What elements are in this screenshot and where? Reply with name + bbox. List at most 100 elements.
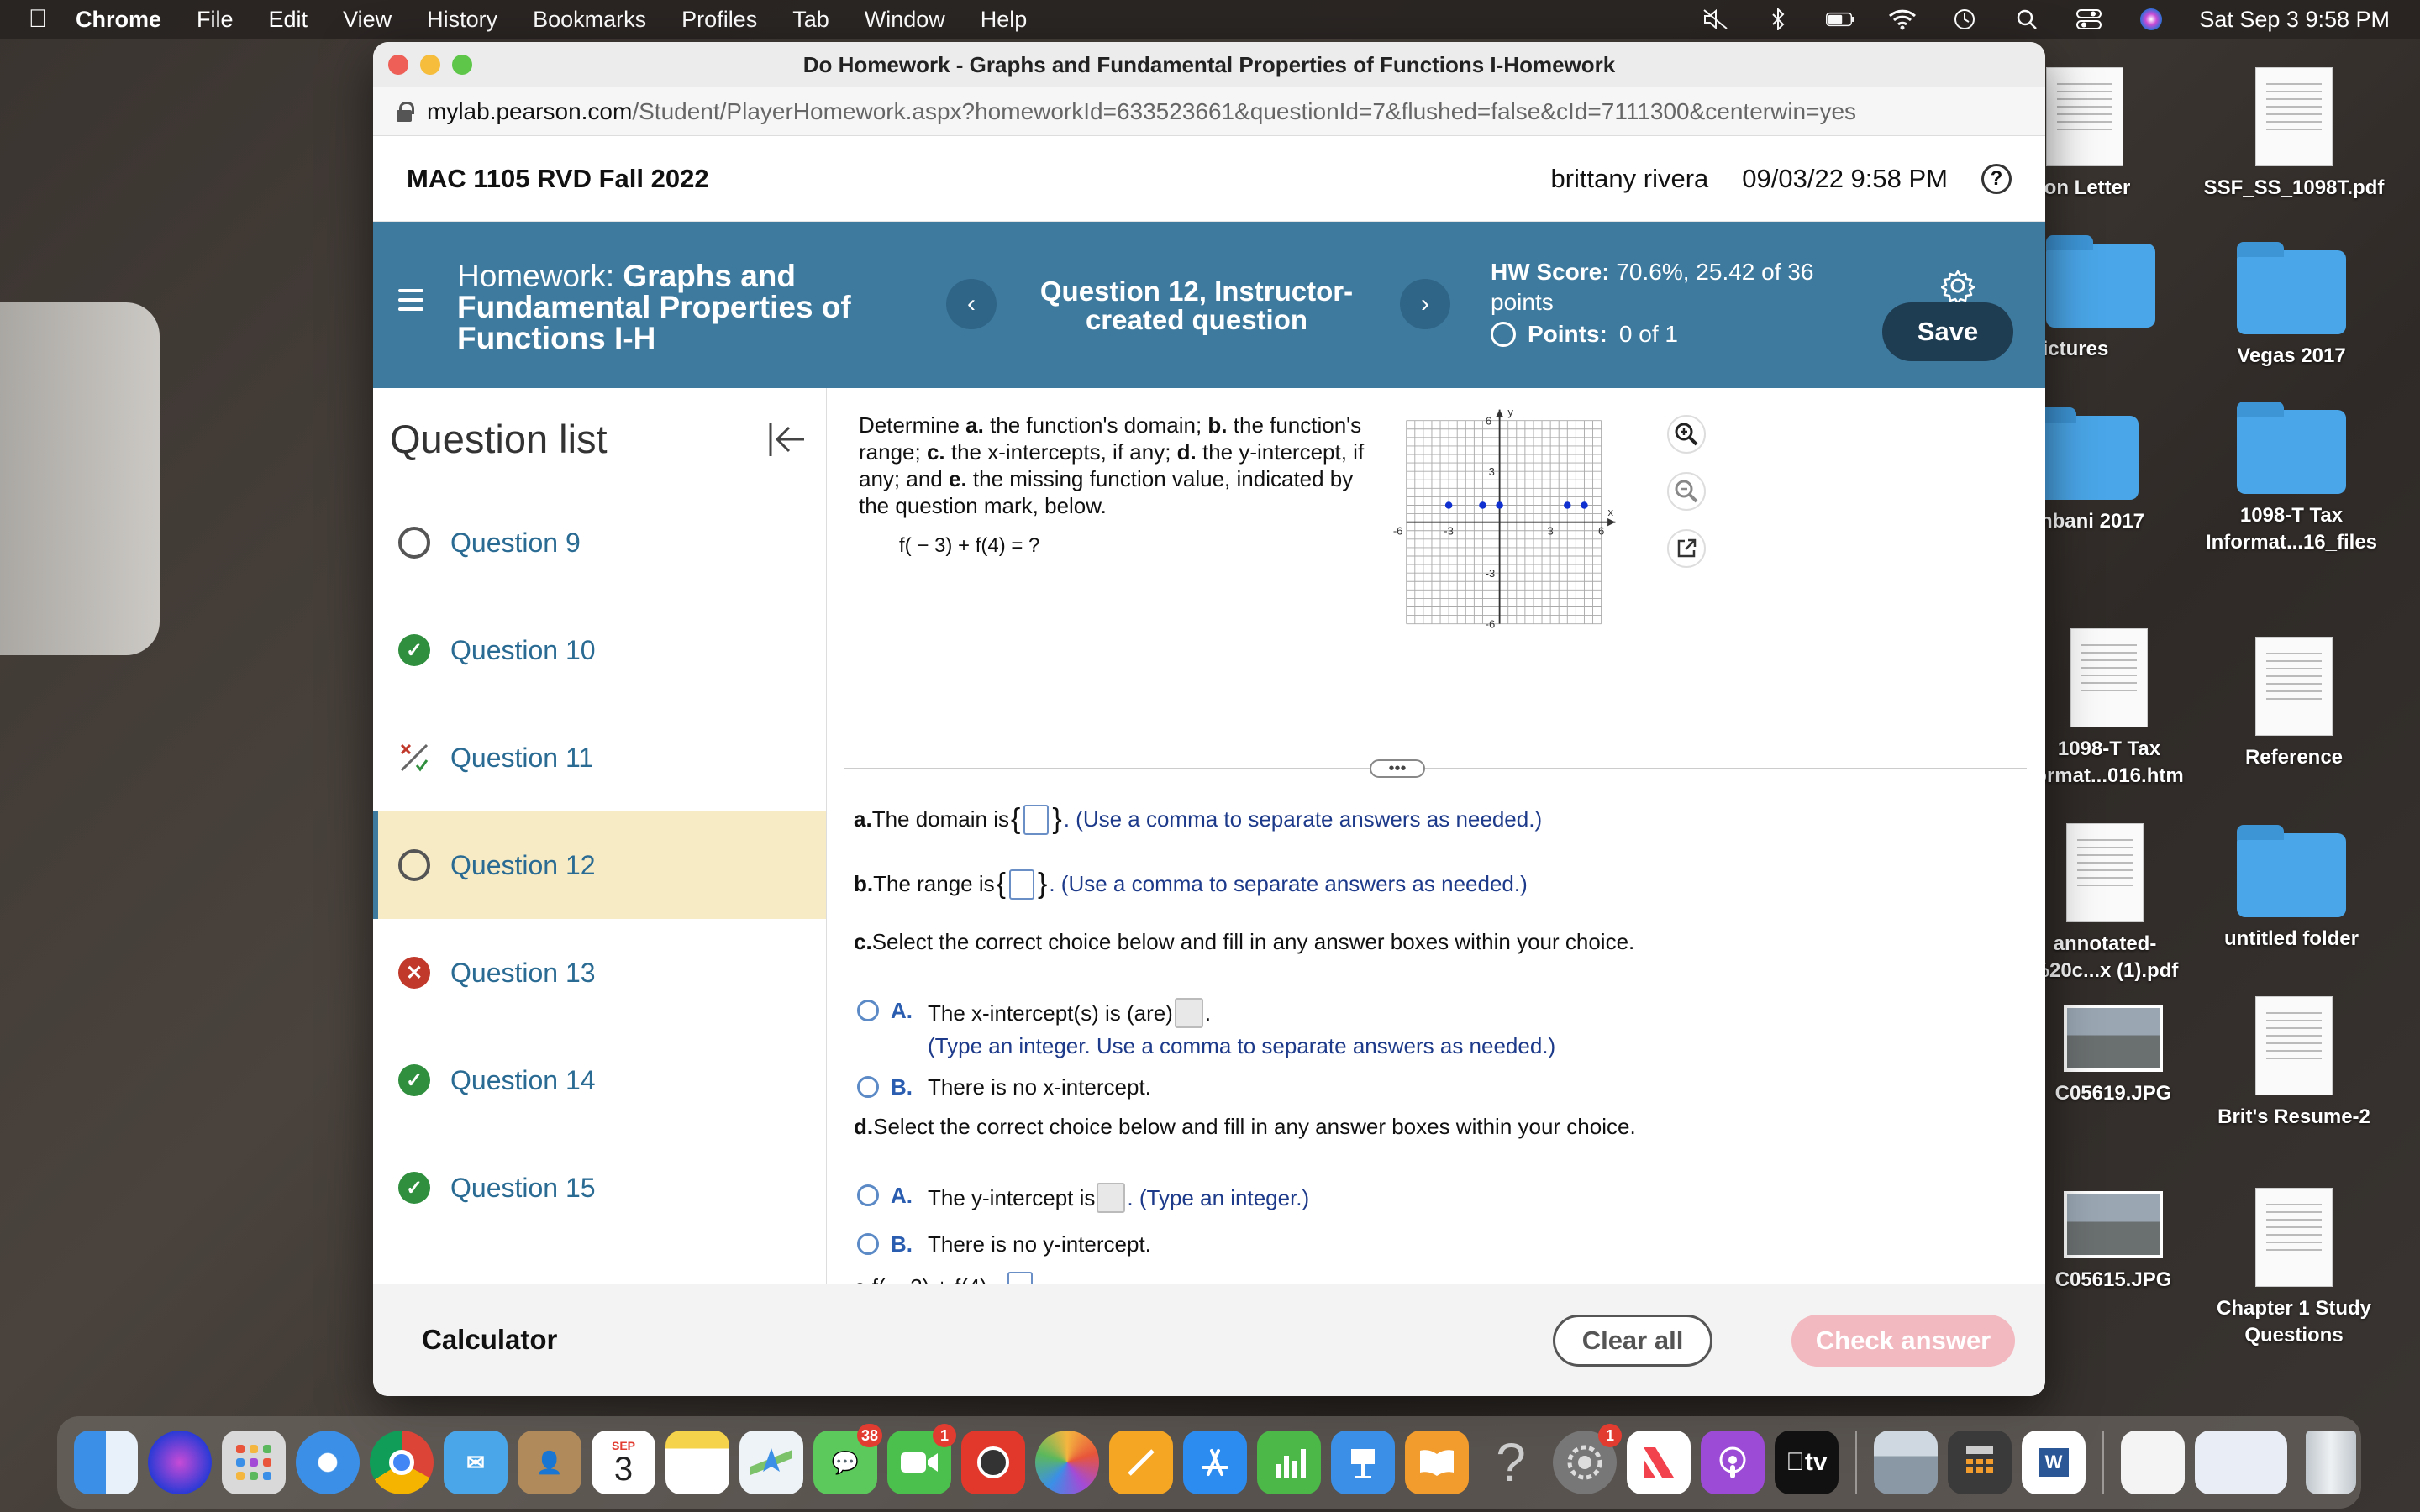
choice-radio[interactable] [857, 1076, 879, 1098]
minimize-window-button[interactable] [420, 55, 440, 75]
bluetooth-icon[interactable] [1764, 8, 1792, 30]
help-icon[interactable]: ? [1981, 163, 2012, 194]
books-icon[interactable] [1405, 1431, 1469, 1494]
desktop-folder-untitled[interactable]: untitled folder [2195, 825, 2388, 953]
close-window-button[interactable] [388, 55, 408, 75]
menu-window[interactable]: Window [865, 7, 945, 33]
desktop-image-c05619[interactable]: C05619.JPG [2025, 1005, 2202, 1107]
spotlight-search-icon[interactable] [2012, 8, 2041, 30]
maps-icon[interactable] [739, 1431, 803, 1494]
photo-booth-icon[interactable] [961, 1431, 1025, 1494]
notes-icon[interactable] [666, 1431, 729, 1494]
range-input[interactable] [1009, 869, 1034, 900]
collapse-sidebar-icon[interactable] [765, 418, 808, 460]
choice-body: The y-intercept is . (Type an integer.) [928, 1183, 1309, 1213]
question-item-13[interactable]: ✕ Question 13 [373, 919, 826, 1026]
wifi-icon[interactable] [1888, 8, 1917, 30]
help-viewer-icon[interactable]: ? [1479, 1431, 1543, 1494]
keynote-icon[interactable] [1331, 1431, 1395, 1494]
question-item-11[interactable]: Question 11 [373, 704, 826, 811]
menubar-clock[interactable]: Sat Sep 3 9:58 PM [2199, 7, 2390, 33]
trash-icon[interactable] [2306, 1431, 2356, 1494]
address-bar[interactable]: mylab.pearson.com/Student/PlayerHomework… [373, 87, 2045, 136]
desktop-folder-vegas-2017[interactable]: Vegas 2017 [2195, 242, 2388, 370]
numbers-icon[interactable] [1257, 1431, 1321, 1494]
contacts-icon[interactable]: 👤 [518, 1431, 581, 1494]
calendar-icon[interactable]: SEP 3 [592, 1431, 655, 1494]
app-store-icon[interactable] [1183, 1431, 1247, 1494]
question-item-9[interactable]: Question 9 [373, 489, 826, 596]
desktop-file-resume[interactable]: Brit's Resume-2 [2197, 996, 2391, 1131]
open-in-new-window-icon[interactable] [1667, 529, 1706, 568]
zoom-in-icon[interactable] [1667, 415, 1706, 454]
clear-all-button[interactable]: Clear all [1553, 1315, 1712, 1367]
zoom-window-button[interactable] [452, 55, 472, 75]
choice-d-b[interactable]: B. There is no y-intercept. [857, 1231, 1151, 1257]
menu-bookmarks[interactable]: Bookmarks [533, 7, 646, 33]
desktop-file-chapter-1[interactable]: Chapter 1 Study Questions [2197, 1188, 2391, 1349]
podcasts-icon[interactable] [1701, 1431, 1765, 1494]
time-machine-icon[interactable] [1950, 8, 1979, 30]
siri-app-icon[interactable] [148, 1431, 212, 1494]
menu-history[interactable]: History [427, 7, 497, 33]
pages-icon[interactable] [1109, 1431, 1173, 1494]
safari-icon[interactable] [296, 1431, 360, 1494]
finder-icon[interactable] [74, 1431, 138, 1494]
next-question-button[interactable]: › [1400, 279, 1450, 329]
previous-question-button[interactable]: ‹ [946, 279, 997, 329]
menu-profiles[interactable]: Profiles [681, 7, 757, 33]
calculator-link[interactable]: Calculator [422, 1324, 557, 1356]
choice-c-a[interactable]: A. The x-intercept(s) is (are) . (Type a… [857, 998, 1555, 1059]
desktop-image-c05615[interactable]: C05615.JPG [2025, 1191, 2202, 1294]
x-intercept-input[interactable] [1174, 998, 1203, 1028]
menu-file[interactable]: File [197, 7, 234, 33]
menu-help[interactable]: Help [981, 7, 1028, 33]
resize-handle[interactable]: ••• [1370, 759, 1425, 778]
system-preferences-icon[interactable]: 1 [1553, 1424, 1622, 1494]
preview-icon[interactable] [1874, 1431, 1938, 1494]
choice-radio[interactable] [857, 1184, 879, 1206]
question-item-10[interactable]: ✓ Question 10 [373, 596, 826, 704]
menu-tab[interactable]: Tab [792, 7, 829, 33]
mute-icon[interactable] [1702, 8, 1730, 30]
mail-icon[interactable]: ✉ [444, 1431, 508, 1494]
news-icon[interactable] [1627, 1431, 1691, 1494]
menu-icon[interactable] [398, 289, 424, 317]
domain-input[interactable] [1023, 804, 1050, 835]
question-item-12[interactable]: Question 12 [373, 811, 826, 919]
chrome-icon[interactable] [370, 1431, 434, 1494]
facetime-icon[interactable]: 1 [887, 1424, 956, 1494]
choice-radio[interactable] [857, 1233, 879, 1255]
url-domain: mylab.pearson.com [427, 97, 633, 124]
apple-icon[interactable]:  [0, 5, 76, 34]
launchpad-icon[interactable] [222, 1431, 286, 1494]
desktop-file-annotated-pdf[interactable]: annotated- %20c...x (1).pdf [2021, 823, 2189, 984]
gear-icon[interactable] [1940, 269, 1975, 305]
apple-tv-icon[interactable]: tv [1775, 1431, 1839, 1494]
desktop-file-1098t-htm[interactable]: 1098-T Tax ormat...016.htm [2021, 628, 2197, 790]
messages-icon[interactable]: 💬 38 [813, 1424, 882, 1494]
question-item-14[interactable]: ✓ Question 14 [373, 1026, 826, 1134]
zoom-out-icon[interactable] [1667, 472, 1706, 511]
choice-d-a[interactable]: A. The y-intercept is . (Type an integer… [857, 1183, 1309, 1213]
document-stack-icon[interactable] [2121, 1431, 2185, 1494]
y-intercept-input[interactable] [1097, 1183, 1126, 1213]
calculator-app-icon[interactable] [1948, 1431, 2012, 1494]
menu-edit[interactable]: Edit [269, 7, 308, 33]
battery-icon[interactable] [1826, 8, 1854, 30]
choice-radio[interactable] [857, 1000, 879, 1021]
check-answer-button[interactable]: Check answer [1791, 1315, 2015, 1367]
question-item-15[interactable]: ✓ Question 15 [373, 1134, 826, 1242]
word-document-icon[interactable]: W [2022, 1431, 2086, 1494]
save-button[interactable]: Save [1882, 302, 2013, 361]
photos-icon[interactable] [1035, 1431, 1099, 1494]
desktop-file-reference[interactable]: Reference [2197, 637, 2391, 771]
siri-icon[interactable] [2137, 8, 2165, 30]
menu-app-chrome[interactable]: Chrome [76, 7, 161, 33]
control-center-icon[interactable] [2075, 8, 2103, 30]
choice-c-b[interactable]: B. There is no x-intercept. [857, 1074, 1151, 1100]
desktop-folder-1098t-files[interactable]: 1098-T Tax Informat...16_files [2195, 402, 2388, 556]
menu-view[interactable]: View [343, 7, 392, 33]
screenshot-stack-icon[interactable] [2195, 1431, 2287, 1494]
desktop-file-ssf-ss-1098t[interactable]: SSF_SS_1098T.pdf [2197, 67, 2391, 202]
